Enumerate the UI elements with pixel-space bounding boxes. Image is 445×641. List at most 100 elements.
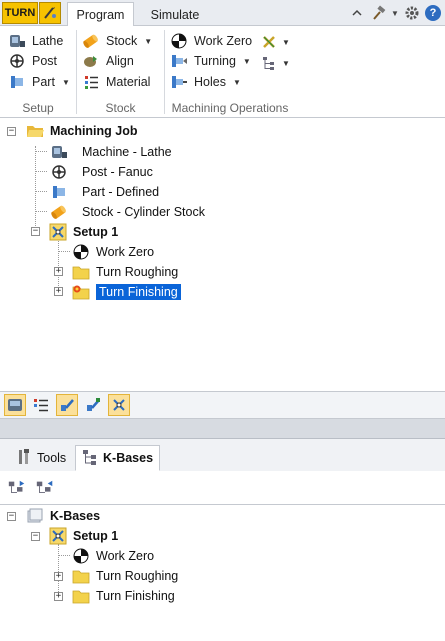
part-dropdown-icon[interactable]: ▼ bbox=[62, 78, 70, 87]
tree-node-turn-roughing[interactable]: Turn Roughing bbox=[72, 262, 178, 282]
part-button[interactable]: Part ▼ bbox=[8, 72, 70, 92]
tool-path-alt-icon bbox=[87, 398, 100, 411]
holes-dropdown-icon[interactable]: ▼ bbox=[233, 78, 241, 87]
gear-icon[interactable] bbox=[404, 5, 420, 21]
kbase-tree-panel: − K-Bases − Setup 1 Work Zero + Turn Rou… bbox=[0, 506, 445, 641]
holes-icon bbox=[170, 73, 188, 91]
tree-node-kbase-turn-finishing[interactable]: Turn Finishing bbox=[72, 586, 175, 606]
cross-tools-button[interactable]: ▼ bbox=[260, 32, 290, 52]
tree-guide-line bbox=[35, 171, 47, 172]
tool-path-button[interactable] bbox=[56, 394, 78, 416]
turning-button[interactable]: Turning ▼ bbox=[170, 51, 251, 71]
tree-label-selected: Turn Finishing bbox=[96, 284, 181, 300]
expand-toggle[interactable]: + bbox=[54, 592, 63, 601]
setup-view-button[interactable] bbox=[108, 394, 130, 416]
align-button[interactable]: Align bbox=[82, 51, 134, 71]
crossed-tools-icon bbox=[260, 33, 278, 51]
hierarchy-icon bbox=[260, 54, 278, 72]
turn-app-label[interactable]: TURN bbox=[2, 2, 38, 24]
tree-node-kbase-work-zero[interactable]: Work Zero bbox=[72, 546, 154, 566]
setup-icon bbox=[49, 527, 67, 545]
expand-toggle[interactable]: + bbox=[54, 572, 63, 581]
collapse-toggle[interactable]: − bbox=[31, 227, 40, 236]
wizard-icon[interactable] bbox=[39, 2, 61, 24]
stock-cylinder-icon bbox=[50, 203, 68, 221]
collapse-ribbon-icon[interactable] bbox=[349, 5, 365, 21]
expand-toggle[interactable]: + bbox=[54, 267, 63, 276]
lathe-button[interactable]: Lathe bbox=[8, 31, 63, 51]
post-button[interactable]: Post bbox=[8, 51, 57, 71]
tree-node-machining-job[interactable]: Machining Job bbox=[26, 121, 138, 141]
help-icon[interactable]: ? bbox=[425, 5, 441, 21]
tab-simulate[interactable]: Simulate bbox=[140, 2, 210, 27]
work-zero-icon bbox=[72, 547, 90, 565]
tab-kbases[interactable]: K-Bases bbox=[75, 445, 161, 471]
tree-node-work-zero[interactable]: Work Zero bbox=[72, 242, 154, 262]
job-tree-panel: − Machining Job Machine - Lathe Post - F… bbox=[0, 118, 445, 391]
collapse-toggle[interactable]: − bbox=[7, 512, 16, 521]
structure-button[interactable]: ▼ bbox=[260, 53, 290, 73]
tree-label: Turn Roughing bbox=[96, 265, 179, 279]
job-view-icon bbox=[8, 399, 22, 411]
dropdown-caret-icon[interactable]: ▼ bbox=[391, 5, 399, 21]
stock-button[interactable]: Stock ▼ bbox=[82, 31, 152, 51]
work-zero-label: Work Zero bbox=[194, 34, 253, 48]
expand-toggle[interactable]: + bbox=[54, 287, 63, 296]
tree-label: Post - Fanuc bbox=[82, 165, 153, 179]
panel-splitter[interactable] bbox=[0, 419, 445, 439]
holes-button[interactable]: Holes ▼ bbox=[170, 72, 241, 92]
tree-guide-line bbox=[35, 211, 47, 212]
tree-node-kbase-setup[interactable]: Setup 1 bbox=[49, 526, 118, 546]
tree-label: Turn Finishing bbox=[96, 589, 175, 603]
collapse-toggle[interactable]: − bbox=[7, 127, 16, 136]
tree-node-machine[interactable]: Machine - Lathe bbox=[50, 142, 172, 162]
kbase-import-button[interactable] bbox=[6, 477, 28, 499]
operation-list-button[interactable] bbox=[30, 394, 52, 416]
cross-tools-dropdown-icon[interactable]: ▼ bbox=[282, 38, 290, 47]
material-button[interactable]: Material bbox=[82, 72, 150, 92]
tree-node-part[interactable]: Part - Defined bbox=[50, 182, 159, 202]
tree-node-setup[interactable]: Setup 1 bbox=[49, 222, 118, 242]
tree-node-turn-finishing[interactable]: Turn Finishing bbox=[72, 282, 181, 302]
lathe-icon bbox=[50, 143, 68, 161]
tree-label: Setup 1 bbox=[73, 225, 119, 239]
folder-star-icon bbox=[72, 283, 90, 301]
work-zero-button[interactable]: Work Zero bbox=[170, 31, 252, 51]
bottom-tab-strip: Tools K-Bases bbox=[0, 439, 445, 471]
tree-guide-line bbox=[58, 544, 59, 596]
stock-dropdown-icon[interactable]: ▼ bbox=[144, 37, 152, 46]
align-icon bbox=[82, 52, 100, 70]
tab-program[interactable]: Program bbox=[67, 2, 134, 27]
app-menu-button[interactable]: TURN bbox=[2, 2, 62, 24]
tree-node-kbases[interactable]: K-Bases bbox=[26, 506, 100, 526]
tab-tools[interactable]: Tools bbox=[10, 445, 72, 471]
tree-guide-line bbox=[35, 191, 47, 192]
folder-open-icon bbox=[26, 122, 44, 140]
post-label: Post bbox=[32, 54, 58, 68]
hammer-icon[interactable] bbox=[370, 5, 386, 21]
turning-icon bbox=[170, 52, 188, 70]
job-view-button[interactable] bbox=[4, 394, 26, 416]
ribbon-tab-row: TURN Program Simulate ▼ ? bbox=[0, 0, 445, 27]
tool-path-alt-button[interactable] bbox=[82, 394, 104, 416]
setup-view-icon bbox=[113, 399, 125, 411]
turning-dropdown-icon[interactable]: ▼ bbox=[243, 57, 251, 66]
tree-node-kbase-turn-roughing[interactable]: Turn Roughing bbox=[72, 566, 178, 586]
tree-label: Stock - Cylinder Stock bbox=[82, 205, 205, 219]
kbases-icon bbox=[82, 448, 98, 469]
job-toolbar bbox=[0, 391, 445, 419]
turning-label: Turning bbox=[194, 54, 236, 68]
tree-guide-line bbox=[58, 555, 70, 556]
stock-label: Stock bbox=[106, 34, 138, 48]
collapse-toggle[interactable]: − bbox=[31, 532, 40, 541]
tree-node-stock[interactable]: Stock - Cylinder Stock bbox=[50, 202, 205, 222]
holes-label: Holes bbox=[194, 75, 226, 89]
tree-label: K-Bases bbox=[50, 509, 101, 523]
tree-node-post[interactable]: Post - Fanuc bbox=[50, 162, 153, 182]
lathe-label: Lathe bbox=[32, 34, 64, 48]
kbases-root-icon bbox=[26, 507, 44, 525]
folder-icon bbox=[72, 263, 90, 281]
post-icon bbox=[8, 52, 26, 70]
structure-dropdown-icon[interactable]: ▼ bbox=[282, 59, 290, 68]
kbase-export-button[interactable] bbox=[34, 477, 56, 499]
